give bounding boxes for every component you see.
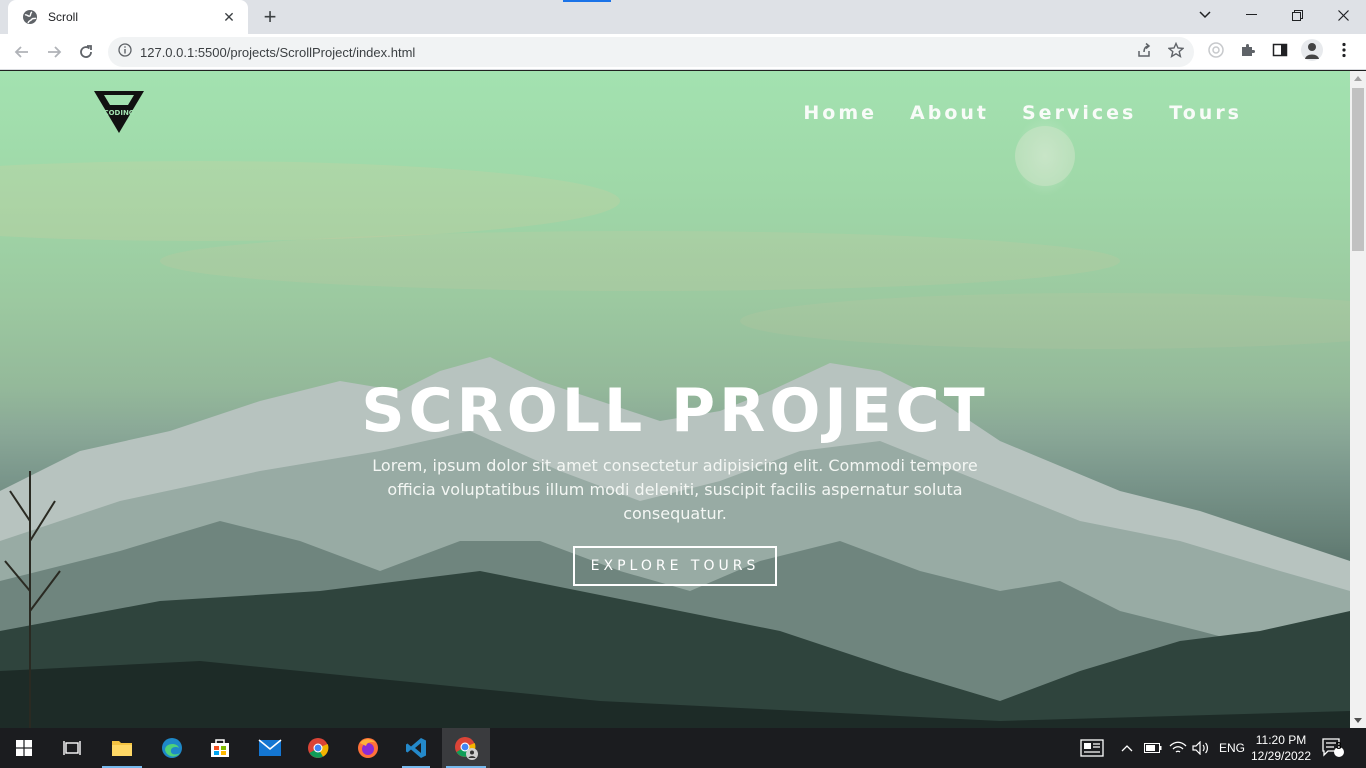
scroll-up-arrow-icon[interactable] (1354, 76, 1362, 81)
browser-tab-strip: Scroll ✕ + (0, 0, 1366, 34)
nav-link-about[interactable]: About (910, 102, 989, 124)
bookmark-star-icon[interactable] (1164, 38, 1188, 62)
new-tab-button[interactable]: + (258, 5, 282, 29)
restore-icon[interactable] (1274, 0, 1320, 30)
menu-kebab-icon[interactable] (1332, 38, 1356, 62)
store-icon[interactable] (196, 728, 244, 768)
file-explorer-icon[interactable] (98, 728, 146, 768)
notification-count: 3 (1336, 741, 1342, 752)
side-panel-icon[interactable] (1268, 38, 1292, 62)
url-text: 127.0.0.1:5500/projects/ScrollProject/in… (140, 44, 416, 60)
edge-icon[interactable] (148, 728, 196, 768)
forward-icon[interactable] (40, 38, 68, 66)
page-scrollbar[interactable] (1350, 71, 1366, 728)
address-bar[interactable]: 127.0.0.1:5500/projects/ScrollProject/in… (108, 37, 1194, 67)
page-hero: CODING Home About Services Tours SCROLL … (0, 71, 1350, 728)
battery-icon[interactable] (1144, 728, 1162, 768)
back-icon[interactable] (8, 38, 36, 66)
extensions-puzzle-icon[interactable] (1236, 38, 1260, 62)
system-clock[interactable]: 11:20 PM 12/29/2022 (1248, 732, 1314, 764)
chrome-profile-icon[interactable] (442, 728, 490, 768)
loading-indicator (563, 0, 611, 2)
news-widget-icon[interactable] (1080, 728, 1104, 768)
tab-title: Scroll (48, 10, 79, 24)
extension-icon[interactable] (1204, 38, 1228, 62)
chrome-icon[interactable] (294, 728, 342, 768)
close-window-icon[interactable] (1320, 0, 1366, 30)
hero-banner: SCROLL PROJECT Lorem, ipsum dolor sit am… (0, 381, 1350, 586)
clock-time: 11:20 PM (1255, 733, 1307, 747)
volume-icon[interactable] (1192, 728, 1210, 768)
hero-description: Lorem, ipsum dolor sit amet consectetur … (372, 456, 978, 523)
vscode-icon[interactable] (392, 728, 440, 768)
coding-logo[interactable]: CODING (92, 89, 146, 135)
start-icon[interactable] (0, 728, 48, 768)
close-tab-icon[interactable]: ✕ (220, 8, 238, 26)
main-navigation: Home About Services Tours (803, 102, 1242, 124)
task-view-icon[interactable] (48, 728, 96, 768)
globe-icon (22, 9, 38, 25)
reload-icon[interactable] (72, 38, 100, 66)
browser-toolbar: 127.0.0.1:5500/projects/ScrollProject/in… (0, 34, 1366, 70)
profile-avatar[interactable] (1300, 38, 1324, 62)
minimize-icon[interactable] (1228, 0, 1274, 30)
nav-link-home[interactable]: Home (803, 102, 877, 124)
hero-title: SCROLL PROJECT (361, 376, 989, 446)
share-icon[interactable] (1132, 38, 1156, 62)
firefox-icon[interactable] (344, 728, 392, 768)
nav-link-services[interactable]: Services (1022, 102, 1136, 124)
nav-link-tours[interactable]: Tours (1169, 102, 1242, 124)
browser-tab[interactable]: Scroll ✕ (8, 0, 248, 34)
language-indicator[interactable]: ENG (1219, 728, 1245, 768)
chevron-up-icon[interactable] (1121, 728, 1133, 768)
clock-date: 12/29/2022 (1250, 749, 1312, 763)
scroll-down-arrow-icon[interactable] (1354, 718, 1362, 723)
mail-icon[interactable] (246, 728, 294, 768)
notification-center-icon[interactable]: 3 (1322, 728, 1344, 768)
scrollbar-thumb[interactable] (1352, 88, 1364, 251)
windows-taskbar: ENG 11:20 PM 12/29/2022 3 (0, 728, 1366, 768)
site-info-icon[interactable] (118, 42, 132, 62)
explore-tours-button[interactable]: EXPLORE TOURS (572, 546, 778, 586)
wifi-icon[interactable] (1169, 728, 1187, 768)
logo-text: CODING (103, 109, 134, 117)
tab-search-icon[interactable] (1182, 0, 1228, 30)
